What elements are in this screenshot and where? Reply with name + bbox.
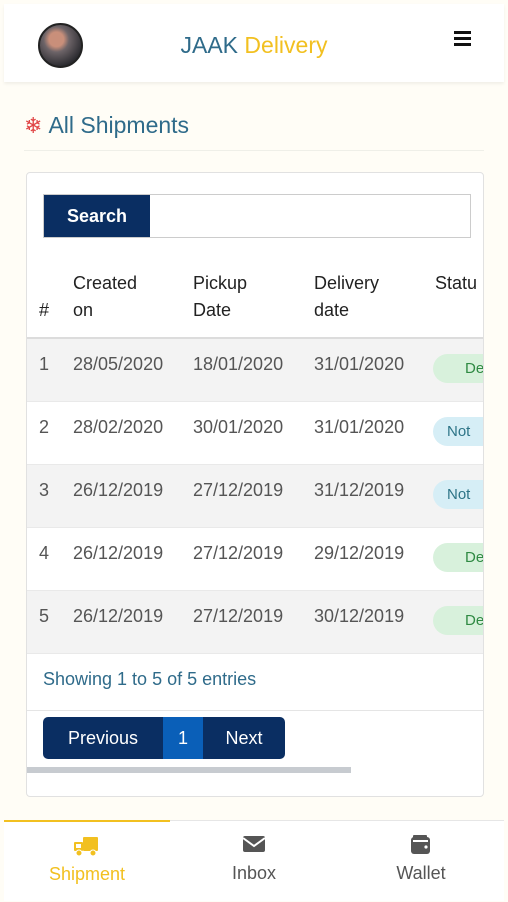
- status-badge: De: [433, 606, 483, 635]
- column-header-status[interactable]: Statu: [435, 270, 477, 297]
- next-page-button[interactable]: Next: [203, 717, 285, 759]
- created-on-cell: 28/05/2020: [73, 354, 164, 374]
- row-number: 2: [39, 417, 50, 437]
- delivery-date-cell: 31/12/2019: [314, 480, 405, 500]
- nav-shipment[interactable]: Shipment: [4, 820, 170, 902]
- created-on-cell: 26/12/2019: [73, 480, 164, 500]
- table-row[interactable]: 2 28/02/2020 30/01/2020 31/01/2020 Not: [27, 402, 483, 465]
- bottom-nav: Shipment Inbox Wallet: [4, 820, 504, 901]
- page-1-button[interactable]: 1: [163, 717, 203, 759]
- delivery-truck-icon: [74, 837, 98, 857]
- nav-wallet-label: Wallet: [396, 863, 446, 883]
- pickup-date-cell: 27/12/2019: [193, 543, 284, 563]
- title-divider: [24, 150, 484, 151]
- column-header-number[interactable]: #: [39, 297, 49, 324]
- column-header-status-label: Statu: [435, 273, 478, 293]
- delivery-date-cell: 30/12/2019: [314, 606, 405, 626]
- app-header: JAAK Delivery: [4, 4, 504, 82]
- column-header-pickup[interactable]: Pickup Date: [193, 270, 247, 324]
- snowflake-icon: ❄: [24, 113, 43, 138]
- horizontal-scrollbar[interactable]: [27, 767, 351, 773]
- pickup-date-cell: 27/12/2019: [193, 606, 284, 626]
- status-badge: Not: [433, 480, 483, 509]
- column-header-delivery-line2: date: [314, 300, 350, 320]
- table-row[interactable]: 3 26/12/2019 27/12/2019 31/12/2019 Not: [27, 465, 483, 528]
- brand-name-part1: JAAK: [180, 32, 245, 58]
- column-header-pickup-line2: Date: [193, 300, 232, 320]
- search-bar: Search: [43, 194, 471, 238]
- search-input[interactable]: [150, 195, 470, 237]
- column-header-number-label: #: [39, 300, 50, 320]
- wallet-icon: [411, 835, 430, 854]
- entries-info: Showing 1 to 5 of 5 entries: [43, 669, 257, 689]
- nav-shipment-label: Shipment: [48, 864, 126, 884]
- envelope-icon: [242, 836, 266, 852]
- status-badge: De: [433, 543, 483, 572]
- column-header-created-line2: on: [73, 300, 94, 320]
- column-header-pickup-line1: Pickup: [193, 273, 248, 293]
- delivery-date-cell: 29/12/2019: [314, 543, 405, 563]
- info-divider: [27, 710, 483, 711]
- status-badge: Not: [433, 417, 483, 446]
- pickup-date-cell: 18/01/2020: [193, 354, 284, 374]
- created-on-cell: 26/12/2019: [73, 543, 164, 563]
- delivery-date-cell: 31/01/2020: [314, 354, 405, 374]
- previous-page-button[interactable]: Previous: [43, 717, 163, 759]
- brand-name-part2: Delivery: [244, 32, 328, 58]
- delivery-date-cell: 31/01/2020: [314, 417, 405, 437]
- table-row[interactable]: 5 26/12/2019 27/12/2019 30/12/2019 De: [27, 591, 483, 654]
- nav-inbox-label: Inbox: [231, 863, 277, 883]
- row-number: 5: [39, 606, 50, 626]
- row-number: 4: [39, 543, 50, 563]
- search-button[interactable]: Search: [44, 195, 150, 237]
- pickup-date-cell: 30/01/2020: [193, 417, 284, 437]
- page-title: ❄ All Shipments: [24, 112, 189, 139]
- app-brand: JAAK Delivery: [4, 32, 504, 59]
- nav-wallet[interactable]: Wallet: [338, 821, 504, 901]
- row-number: 3: [39, 480, 50, 500]
- row-number: 1: [39, 354, 50, 374]
- page-title-text: All Shipments: [48, 112, 190, 138]
- column-header-created-line1: Created: [73, 273, 138, 293]
- column-header-delivery-line1: Delivery: [314, 273, 380, 293]
- hamburger-menu-icon[interactable]: [454, 30, 472, 48]
- shipments-card: Search # Created on Pickup Date Delivery…: [26, 172, 484, 797]
- column-header-delivery[interactable]: Delivery date: [314, 270, 379, 324]
- table-row[interactable]: 4 26/12/2019 27/12/2019 29/12/2019 De: [27, 528, 483, 591]
- pagination: Previous 1 Next: [43, 717, 285, 759]
- table-row[interactable]: 1 28/05/2020 18/01/2020 31/01/2020 De: [27, 339, 483, 402]
- status-badge: De: [433, 354, 483, 383]
- pickup-date-cell: 27/12/2019: [193, 480, 284, 500]
- nav-inbox[interactable]: Inbox: [171, 821, 337, 901]
- column-header-created[interactable]: Created on: [73, 270, 137, 324]
- created-on-cell: 28/02/2020: [73, 417, 164, 437]
- created-on-cell: 26/12/2019: [73, 606, 164, 626]
